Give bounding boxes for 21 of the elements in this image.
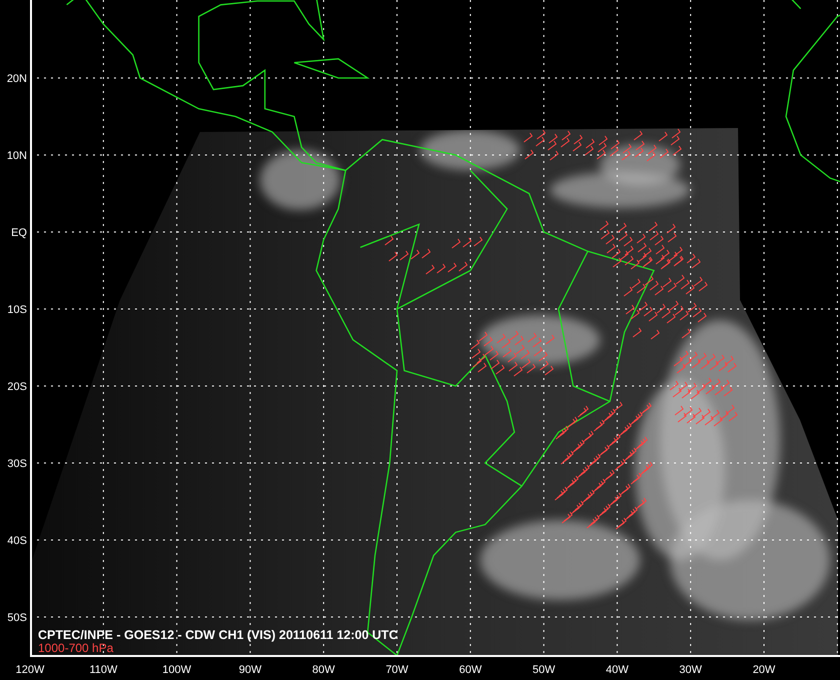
map-title: CPTEC/INPE - GOES12 - CDW CH1 (VIS) 20110611 12:00 UTC [38, 628, 398, 642]
longitude-label: 60W [459, 664, 482, 676]
longitude-label: 110W [89, 664, 118, 676]
latitude-label: 10N [6, 150, 27, 162]
longitude-label: 40W [606, 664, 629, 676]
latitude-label: EQ [11, 227, 27, 239]
longitude-label: 90W [238, 664, 262, 676]
longitude-label: 20W [752, 664, 776, 676]
longitude-label: 120W [16, 664, 44, 676]
longitude-label: 50W [532, 664, 556, 676]
latitude-label: 30S [7, 458, 27, 470]
longitude-label: 70W [386, 664, 408, 676]
longitude-label: 80W [312, 664, 335, 676]
pressure-level-label: 1000-700 hPa [38, 641, 114, 655]
longitude-label: 100W [162, 664, 192, 676]
longitude-label: 30W [679, 664, 702, 676]
latitude-label: 40S [7, 535, 27, 547]
latitude-label: 20S [7, 381, 27, 393]
latitude-label: 10S [7, 304, 27, 316]
latitude-label: 50S [7, 612, 27, 624]
latitude-label: 20N [6, 73, 27, 85]
